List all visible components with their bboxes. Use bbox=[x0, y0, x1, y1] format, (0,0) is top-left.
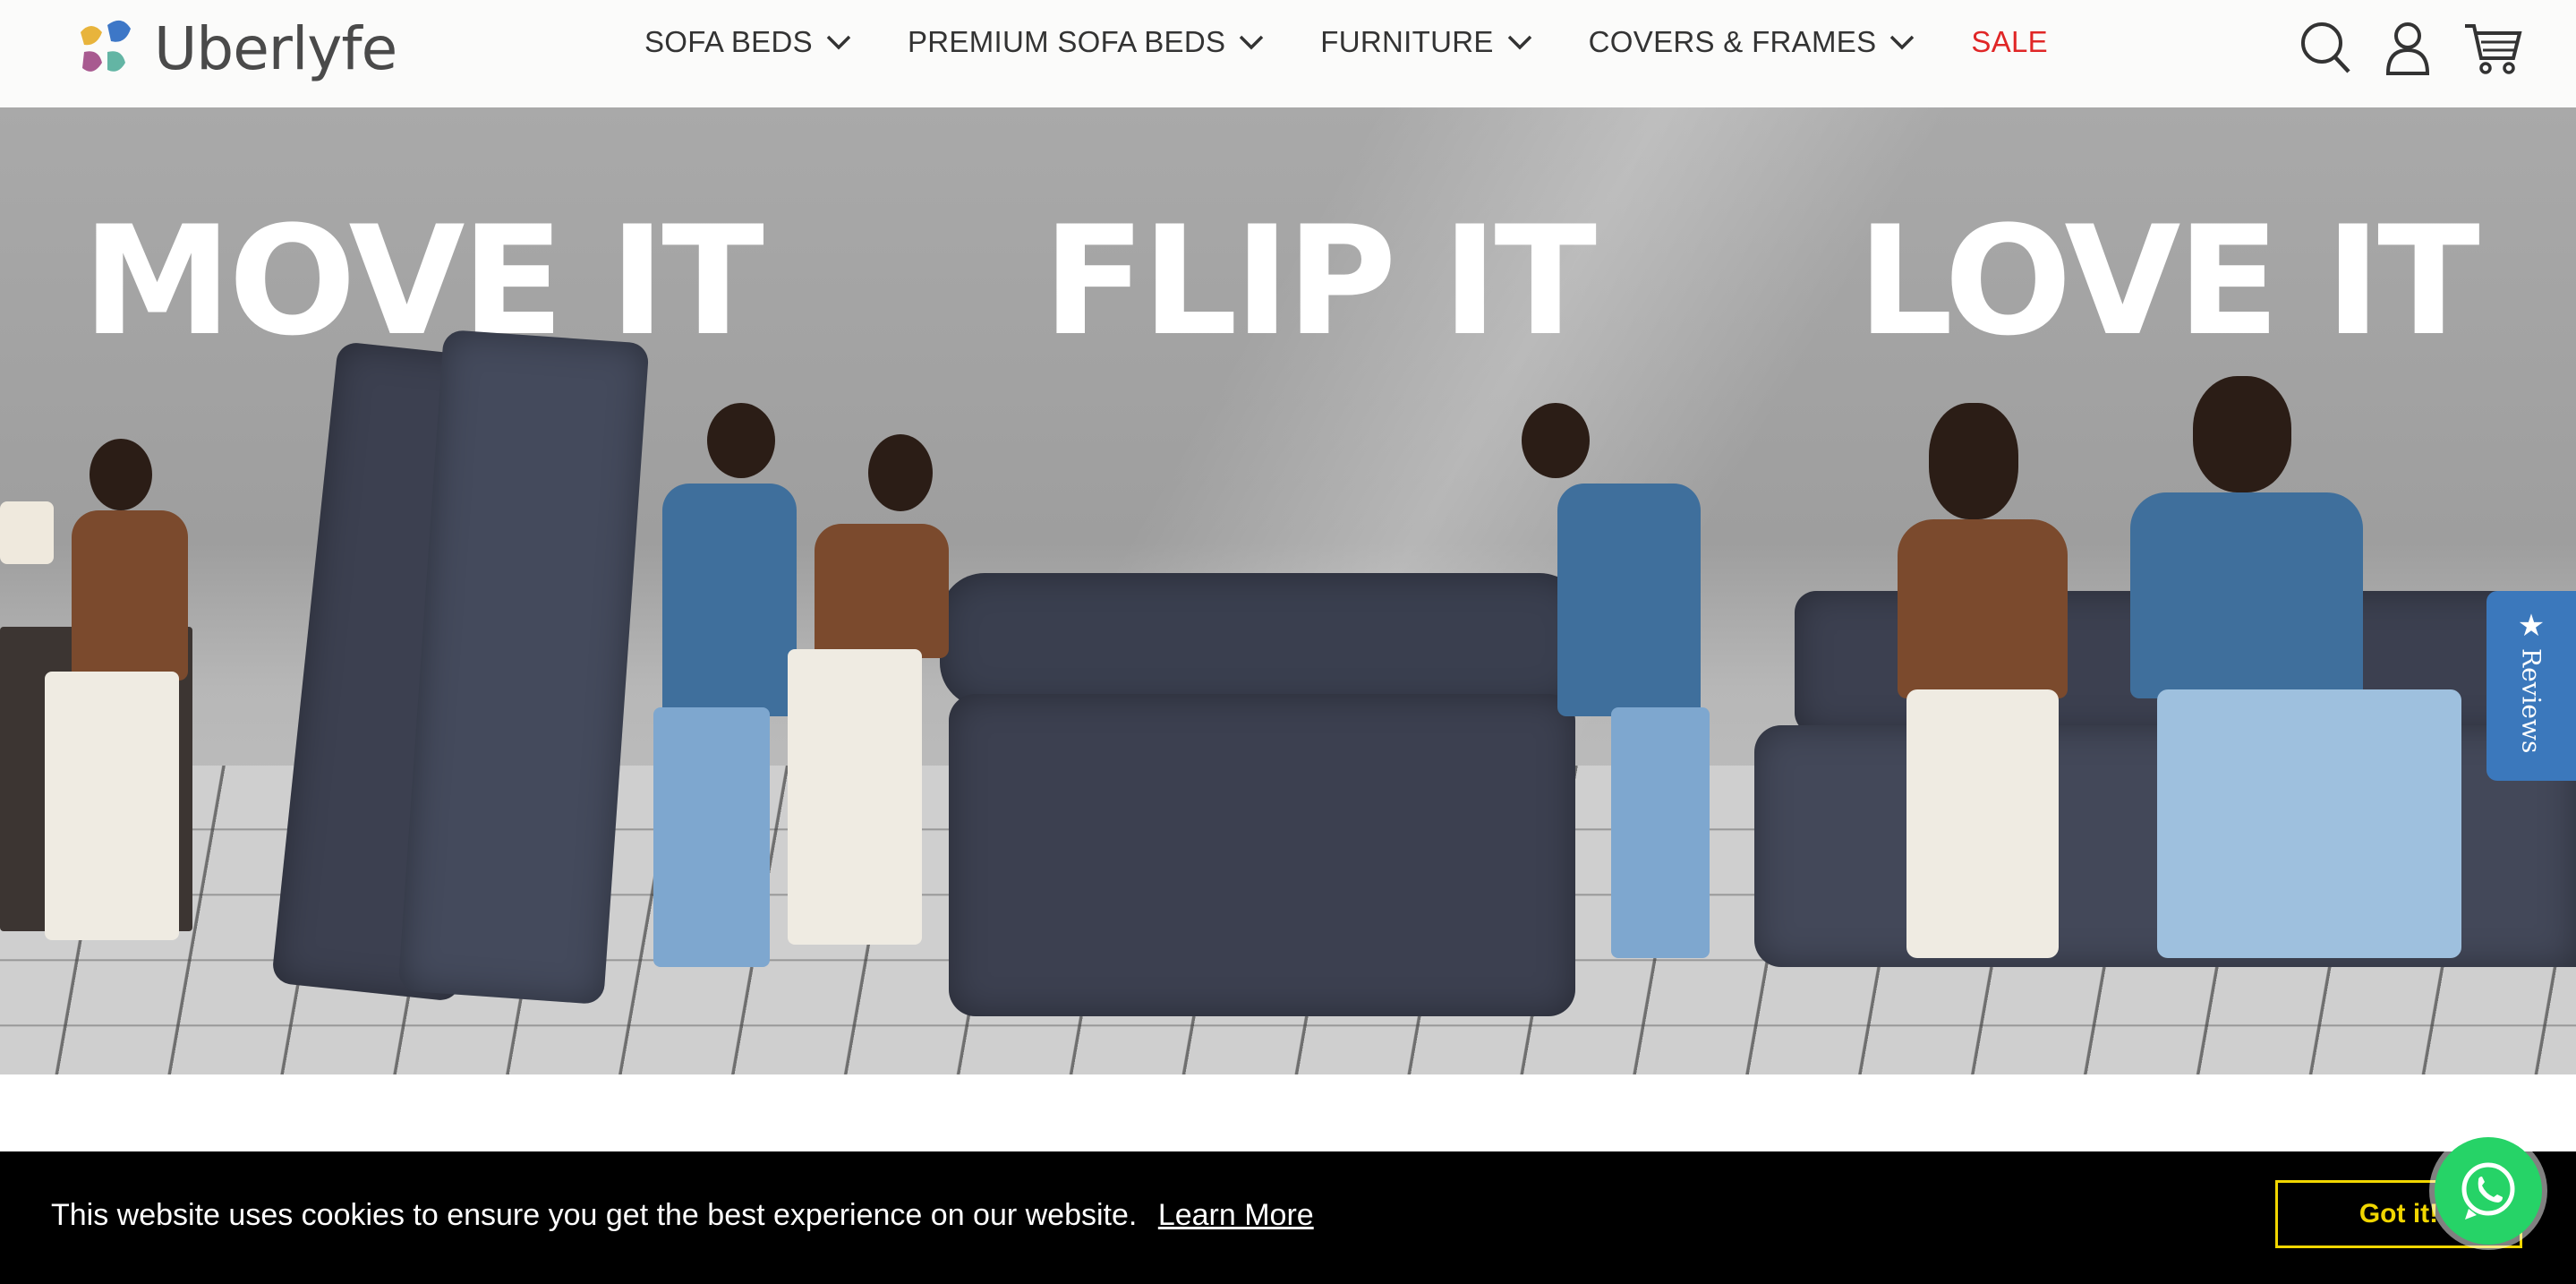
cookie-banner: This website uses cookies to ensure you … bbox=[0, 1151, 2576, 1284]
brand-name: Uberlyfe bbox=[154, 13, 397, 83]
nav-label: SALE bbox=[1971, 25, 2048, 58]
man-sitting bbox=[2112, 376, 2488, 994]
main-nav: SOFA BEDS PREMIUM SOFA BEDS FURNITURE CO… bbox=[644, 25, 2103, 59]
woman-pushing bbox=[36, 439, 197, 949]
hero-headline-flip: FLIP IT bbox=[1043, 193, 1597, 369]
sofa-bed-flip-base bbox=[949, 694, 1575, 1016]
nav-furniture[interactable]: FURNITURE bbox=[1320, 25, 1532, 59]
nav-label: PREMIUM SOFA BEDS bbox=[907, 25, 1226, 58]
reviews-label: Reviews bbox=[2516, 648, 2546, 754]
hero-carousel[interactable]: MOVE IT FLIP IT LOVE IT bbox=[0, 107, 2576, 1074]
man-pushing bbox=[609, 403, 797, 976]
reviews-tab[interactable]: ★ Reviews bbox=[2486, 591, 2576, 781]
whatsapp-icon bbox=[2461, 1162, 2515, 1220]
search-icon[interactable] bbox=[2299, 20, 2352, 81]
woman-flipping bbox=[779, 434, 958, 963]
nav-sale[interactable]: SALE bbox=[1971, 25, 2048, 59]
header-actions bbox=[2266, 20, 2522, 81]
cookie-message-wrap: This website uses cookies to ensure you … bbox=[51, 1198, 1314, 1233]
site-header: Uberlyfe SOFA BEDS PREMIUM SOFA BEDS FUR… bbox=[0, 0, 2576, 107]
brand-logo[interactable]: Uberlyfe bbox=[72, 13, 397, 84]
chevron-down-icon bbox=[826, 35, 851, 50]
cart-icon[interactable] bbox=[2463, 21, 2522, 81]
chevron-down-icon bbox=[1890, 35, 1915, 50]
sofa-bed-flip-top bbox=[940, 573, 1584, 707]
woman-sitting bbox=[1862, 403, 2103, 985]
learn-more-link[interactable]: Learn More bbox=[1158, 1198, 1314, 1232]
nav-covers-frames[interactable]: COVERS & FRAMES bbox=[1589, 25, 1916, 59]
nav-sofa-beds[interactable]: SOFA BEDS bbox=[644, 25, 852, 59]
hero-headline-move: MOVE IT bbox=[82, 193, 764, 369]
logo-petals-icon bbox=[81, 20, 131, 72]
nav-premium-sofa-beds[interactable]: PREMIUM SOFA BEDS bbox=[908, 25, 1265, 59]
account-icon[interactable] bbox=[2384, 20, 2431, 81]
nav-label: COVERS & FRAMES bbox=[1588, 25, 1877, 58]
cookie-message: This website uses cookies to ensure you … bbox=[51, 1198, 1138, 1232]
nav-label: SOFA BEDS bbox=[644, 25, 813, 58]
whatsapp-button[interactable] bbox=[2435, 1137, 2542, 1245]
chevron-down-icon bbox=[1240, 35, 1264, 50]
nav-label: FURNITURE bbox=[1320, 25, 1494, 58]
hero-headline-love: LOVE IT bbox=[1857, 193, 2480, 369]
man-flipping bbox=[1513, 403, 1754, 985]
star-icon: ★ bbox=[2517, 609, 2546, 643]
chevron-down-icon bbox=[1507, 35, 1531, 50]
